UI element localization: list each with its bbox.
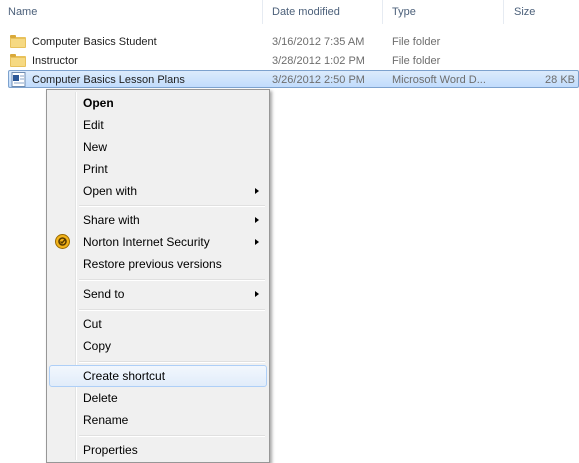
menu-item-properties[interactable]: Properties	[49, 439, 267, 461]
menu-item-open-with[interactable]: Open with	[49, 180, 267, 202]
file-name: Computer Basics Student	[32, 36, 157, 48]
menu-item-print[interactable]: Print	[49, 158, 267, 180]
menu-item-label: Open	[83, 96, 114, 110]
menu-item-cut[interactable]: Cut	[49, 313, 267, 335]
menu-item-label: New	[83, 140, 108, 154]
menu-item-label: Delete	[83, 391, 118, 405]
menu-separator	[79, 205, 265, 207]
column-divider[interactable]	[503, 0, 504, 24]
menu-item-edit[interactable]: Edit	[49, 114, 267, 136]
menu-item-new[interactable]: New	[49, 136, 267, 158]
file-type: Microsoft Word D...	[392, 74, 486, 86]
column-header-name[interactable]: Name	[8, 6, 37, 18]
file-name: Instructor	[32, 55, 78, 67]
folder-icon	[10, 54, 26, 67]
menu-item-label: Norton Internet Security	[83, 235, 210, 249]
menu-item-label: Restore previous versions	[83, 257, 222, 271]
menu-item-norton-internet-security[interactable]: Norton Internet Security	[49, 231, 267, 253]
file-row[interactable]: Instructor 3/28/2012 1:02 PM File folder	[8, 52, 579, 70]
column-header-type[interactable]: Type	[392, 6, 416, 18]
menu-item-delete[interactable]: Delete	[49, 387, 267, 409]
menu-item-open[interactable]: Open	[49, 92, 267, 114]
menu-separator	[79, 361, 265, 363]
file-type: File folder	[392, 36, 441, 48]
column-header-row: Name Date modified Type Size	[0, 0, 579, 24]
submenu-arrow-icon	[255, 188, 259, 194]
menu-item-label: Copy	[83, 339, 112, 353]
menu-item-label: Open with	[83, 184, 138, 198]
file-size: 28 KB	[545, 74, 575, 86]
file-date-modified: 3/26/2012 2:50 PM	[272, 74, 365, 86]
menu-item-create-shortcut[interactable]: Create shortcut	[49, 365, 267, 387]
menu-item-label: Create shortcut	[83, 369, 166, 383]
menu-separator	[79, 279, 265, 281]
menu-item-send-to[interactable]: Send to	[49, 283, 267, 305]
column-divider[interactable]	[382, 0, 383, 24]
submenu-arrow-icon	[255, 239, 259, 245]
submenu-arrow-icon	[255, 291, 259, 297]
submenu-arrow-icon	[255, 217, 259, 223]
menu-item-label: Print	[83, 162, 108, 176]
menu-item-label: Edit	[83, 118, 104, 132]
word-document-icon	[11, 72, 26, 87]
context-menu: Open Edit New Print Open with Share with…	[46, 89, 270, 463]
menu-item-restore-previous-versions[interactable]: Restore previous versions	[49, 253, 267, 275]
menu-item-label: Properties	[83, 443, 138, 457]
folder-icon	[10, 35, 26, 48]
menu-item-share-with[interactable]: Share with	[49, 209, 267, 231]
menu-item-label: Rename	[83, 413, 129, 427]
menu-item-label: Send to	[83, 287, 125, 301]
file-name: Computer Basics Lesson Plans	[32, 74, 185, 86]
menu-item-label: Cut	[83, 317, 102, 331]
menu-separator	[79, 309, 265, 311]
column-header-size[interactable]: Size	[514, 6, 535, 18]
column-divider[interactable]	[262, 0, 263, 24]
file-date-modified: 3/16/2012 7:35 AM	[272, 36, 365, 48]
menu-item-copy[interactable]: Copy	[49, 335, 267, 357]
norton-shield-icon	[55, 234, 70, 249]
file-date-modified: 3/28/2012 1:02 PM	[272, 55, 365, 67]
menu-separator	[79, 435, 265, 437]
file-row-selected[interactable]: Computer Basics Lesson Plans 3/26/2012 2…	[8, 70, 579, 88]
file-type: File folder	[392, 55, 441, 67]
menu-item-rename[interactable]: Rename	[49, 409, 267, 431]
menu-item-label: Share with	[83, 213, 140, 227]
column-header-date-modified[interactable]: Date modified	[272, 6, 340, 18]
file-row[interactable]: Computer Basics Student 3/16/2012 7:35 A…	[8, 33, 579, 51]
